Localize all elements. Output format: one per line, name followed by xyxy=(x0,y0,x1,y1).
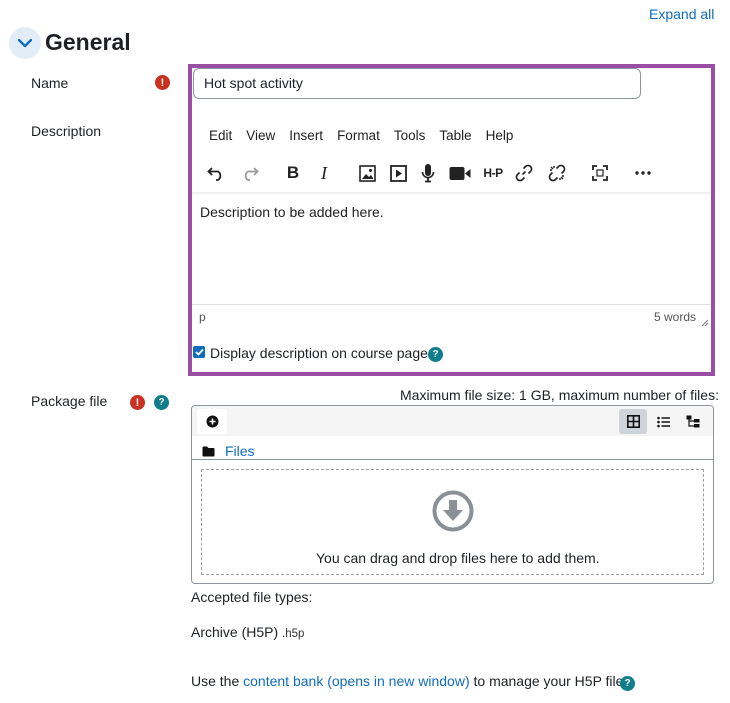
display-description-checkbox[interactable] xyxy=(193,346,205,358)
more-icon xyxy=(635,171,651,175)
more-button[interactable] xyxy=(629,160,657,186)
checkmark-icon xyxy=(194,348,204,356)
list-view-icon xyxy=(656,416,670,427)
media-button[interactable] xyxy=(384,160,412,186)
record-audio-button[interactable] xyxy=(414,160,442,186)
plus-circle-icon xyxy=(206,415,218,428)
undo-button[interactable] xyxy=(202,160,230,186)
menu-insert[interactable]: Insert xyxy=(289,128,323,143)
grid-view-icon xyxy=(626,415,640,428)
accepted-types-label: Accepted file types: xyxy=(191,589,313,605)
undo-icon xyxy=(207,167,222,181)
image-button[interactable] xyxy=(353,160,381,186)
use-suffix: to manage your H5P files xyxy=(473,673,631,689)
content-bank-note: Use the content bank (opens in new windo… xyxy=(191,673,630,689)
menu-help[interactable]: Help xyxy=(486,128,514,143)
record-video-button[interactable] xyxy=(446,160,474,186)
resize-handle[interactable] xyxy=(701,314,709,330)
unlink-button[interactable] xyxy=(543,160,571,186)
add-file-button[interactable] xyxy=(197,409,227,434)
help-icon[interactable]: ? xyxy=(428,347,443,362)
display-description-label[interactable]: Display description on course page xyxy=(210,345,428,361)
view-icons-button[interactable] xyxy=(619,409,647,434)
description-label: Description xyxy=(31,123,102,139)
required-icon: ! xyxy=(155,75,170,90)
editor-statusbar xyxy=(192,304,711,327)
section-title: General xyxy=(45,29,131,55)
menu-format[interactable]: Format xyxy=(337,128,380,143)
image-icon xyxy=(358,164,376,182)
archive-extension: .h5p xyxy=(282,628,305,640)
view-list-button[interactable] xyxy=(649,409,677,434)
record-video-icon xyxy=(449,166,471,180)
menu-view[interactable]: View xyxy=(246,128,275,143)
italic-button[interactable]: I xyxy=(310,160,338,186)
fullscreen-icon xyxy=(592,165,608,181)
editor-content[interactable]: Description to be added here. xyxy=(200,204,384,220)
unlink-icon xyxy=(548,164,566,182)
menu-edit[interactable]: Edit xyxy=(209,128,232,143)
menu-table[interactable]: Table xyxy=(439,128,471,143)
editor-menubar: Edit View Insert Format Tools Table Help xyxy=(209,128,527,143)
download-arrow-icon xyxy=(432,490,474,535)
fullscreen-button[interactable] xyxy=(586,160,614,186)
dropzone-text: You can drag and drop files here to add … xyxy=(316,550,600,566)
accepted-type-item: Archive (H5P) .h5p xyxy=(191,624,304,640)
word-count: 5 words xyxy=(654,310,697,324)
redo-icon xyxy=(244,167,259,181)
editor-divider xyxy=(192,192,711,195)
record-audio-icon xyxy=(421,164,435,183)
name-label: Name xyxy=(31,75,69,91)
collapse-section-button[interactable] xyxy=(9,27,41,59)
link-button[interactable] xyxy=(510,160,538,186)
link-icon xyxy=(515,164,533,182)
bold-button[interactable]: B xyxy=(279,160,307,186)
use-prefix: Use the xyxy=(191,673,240,689)
menu-tools[interactable]: Tools xyxy=(394,128,426,143)
folder-icon xyxy=(202,444,215,460)
content-bank-link[interactable]: content bank (opens in new window) xyxy=(243,673,469,689)
name-input[interactable]: Hot spot activity xyxy=(193,68,641,99)
chevron-down-icon xyxy=(18,38,32,47)
help-icon[interactable]: ? xyxy=(154,395,169,410)
files-path-link[interactable]: Files xyxy=(225,443,255,459)
archive-type-name: Archive (H5P) xyxy=(191,624,279,640)
required-icon: ! xyxy=(130,395,145,410)
element-path[interactable]: p xyxy=(199,310,206,324)
path-divider xyxy=(192,459,713,460)
expand-all-link[interactable]: Expand all xyxy=(649,6,714,22)
highlight-frame xyxy=(188,64,715,376)
view-tree-button[interactable] xyxy=(679,409,707,434)
resize-grip-icon xyxy=(701,319,709,327)
media-icon xyxy=(389,164,407,182)
package-file-label: Package file xyxy=(31,393,108,409)
help-icon[interactable]: ? xyxy=(620,676,635,691)
tree-view-icon xyxy=(686,415,700,428)
redo-button[interactable] xyxy=(236,160,264,186)
h5p-button[interactable]: H-P xyxy=(479,160,507,186)
